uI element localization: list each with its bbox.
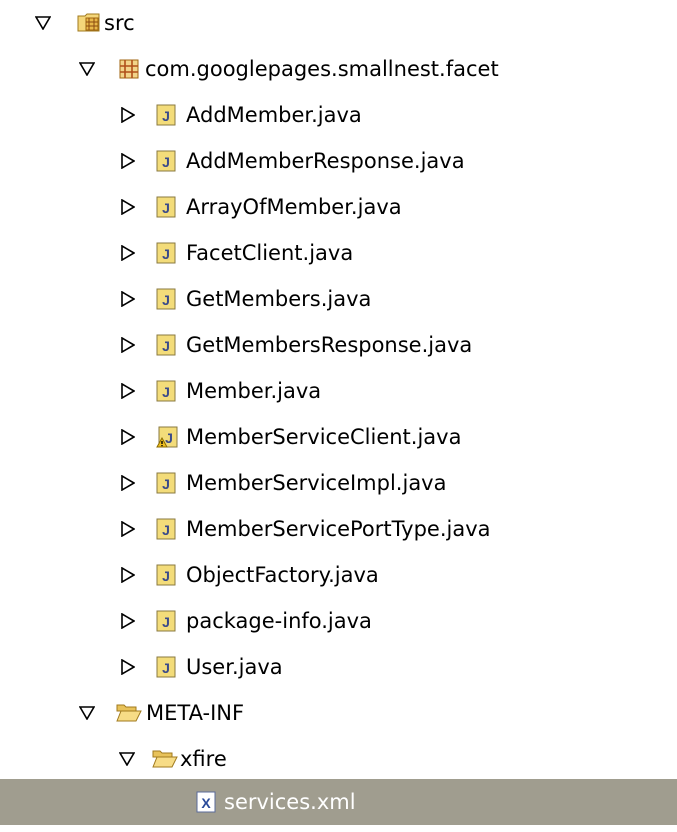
tree-row-file[interactable]: J GetMembersResponse.java [0, 322, 677, 368]
collapsed-triangle-icon[interactable] [119, 474, 137, 492]
tree-label: MemberServicePortType.java [186, 517, 491, 541]
tree-label: com.googlepages.smallnest.facet [145, 57, 499, 81]
tree-row-file[interactable]: J MemberServiceImpl.java [0, 460, 677, 506]
tree-row-file[interactable]: J ObjectFactory.java [0, 552, 677, 598]
java-file-icon: J [156, 610, 178, 632]
tree-label: AddMemberResponse.java [186, 149, 465, 173]
collapsed-triangle-icon[interactable] [119, 566, 137, 584]
collapsed-triangle-icon[interactable] [119, 244, 137, 262]
tree-row-xfire[interactable]: xfire [0, 736, 677, 782]
tree-label: User.java [186, 655, 283, 679]
svg-text:J: J [162, 338, 170, 354]
expanded-triangle-icon[interactable] [78, 60, 96, 78]
collapsed-triangle-icon[interactable] [119, 612, 137, 630]
tree-label: FacetClient.java [186, 241, 354, 265]
svg-text:J: J [165, 430, 173, 446]
collapsed-triangle-icon[interactable] [119, 336, 137, 354]
collapsed-triangle-icon[interactable] [119, 198, 137, 216]
tree-label: Member.java [186, 379, 322, 403]
tree-row-file[interactable]: J package-info.java [0, 598, 677, 644]
tree-label: xfire [180, 747, 227, 771]
expanded-triangle-icon[interactable] [34, 14, 52, 32]
svg-text:J: J [162, 660, 170, 676]
java-file-icon: J [156, 334, 178, 356]
expanded-triangle-icon[interactable] [118, 750, 136, 768]
tree-row-file[interactable]: J ArrayOfMember.java [0, 184, 677, 230]
svg-text:J: J [162, 522, 170, 538]
svg-text:J: J [162, 154, 170, 170]
java-file-icon: J [156, 472, 178, 494]
tree-row-meta-inf[interactable]: META-INF [0, 690, 677, 736]
svg-text:J: J [162, 568, 170, 584]
tree-row-services-xml-selected[interactable]: X services.xml [0, 779, 677, 825]
java-file-icon: J [156, 518, 178, 540]
package-icon [118, 58, 140, 80]
java-file-icon: J [156, 196, 178, 218]
tree-label: package-info.java [186, 609, 372, 633]
tree-label: GetMembers.java [186, 287, 372, 311]
xml-file-icon: X [196, 791, 218, 813]
folder-open-icon [152, 749, 178, 771]
java-file-icon: J [156, 242, 178, 264]
svg-text:X: X [201, 795, 211, 811]
svg-text:J: J [162, 246, 170, 262]
java-file-icon: J [156, 288, 178, 310]
tree-label: GetMembersResponse.java [186, 333, 473, 357]
svg-text:J: J [162, 108, 170, 124]
tree-label: src [104, 11, 135, 35]
tree-row-package[interactable]: com.googlepages.smallnest.facet [0, 46, 677, 92]
folder-open-icon [116, 703, 142, 725]
tree-row-file[interactable]: J Member.java [0, 368, 677, 414]
tree-label: ObjectFactory.java [186, 563, 379, 587]
svg-text:J: J [162, 476, 170, 492]
collapsed-triangle-icon[interactable] [119, 382, 137, 400]
java-file-icon: J [156, 380, 178, 402]
collapsed-triangle-icon[interactable] [119, 428, 137, 446]
collapsed-triangle-icon[interactable] [119, 106, 137, 124]
java-file-icon: J [156, 150, 178, 172]
tree-row-file[interactable]: J MemberServicePortType.java [0, 506, 677, 552]
tree-label: AddMember.java [186, 103, 362, 127]
svg-text:J: J [162, 614, 170, 630]
collapsed-triangle-icon[interactable] [119, 658, 137, 676]
tree-row-file[interactable]: J AddMember.java [0, 92, 677, 138]
tree-row-file[interactable]: J FacetClient.java [0, 230, 677, 276]
tree-label: META-INF [146, 701, 245, 725]
svg-text:J: J [162, 292, 170, 308]
java-file-icon: J [156, 656, 178, 678]
tree-row-file[interactable]: J MemberServiceClient.java [0, 414, 677, 460]
java-file-warning-icon: J [156, 426, 178, 448]
tree-row-src[interactable]: src [0, 0, 677, 46]
svg-text:J: J [162, 384, 170, 400]
tree-row-file[interactable]: J GetMembers.java [0, 276, 677, 322]
tree-row-file[interactable]: J User.java [0, 644, 677, 690]
collapsed-triangle-icon[interactable] [119, 520, 137, 538]
java-file-icon: J [156, 104, 178, 126]
package-explorer-tree: src com.googlepages.smallnest.facet J Ad… [0, 0, 677, 832]
collapsed-triangle-icon[interactable] [119, 152, 137, 170]
expanded-triangle-icon[interactable] [78, 704, 96, 722]
tree-label: MemberServiceClient.java [186, 425, 462, 449]
collapsed-triangle-icon[interactable] [119, 290, 137, 308]
svg-text:J: J [162, 200, 170, 216]
tree-row-file[interactable]: J AddMemberResponse.java [0, 138, 677, 184]
tree-label: services.xml [224, 790, 356, 814]
tree-label: ArrayOfMember.java [186, 195, 402, 219]
source-folder-icon [77, 11, 100, 33]
tree-label: MemberServiceImpl.java [186, 471, 447, 495]
java-file-icon: J [156, 564, 178, 586]
